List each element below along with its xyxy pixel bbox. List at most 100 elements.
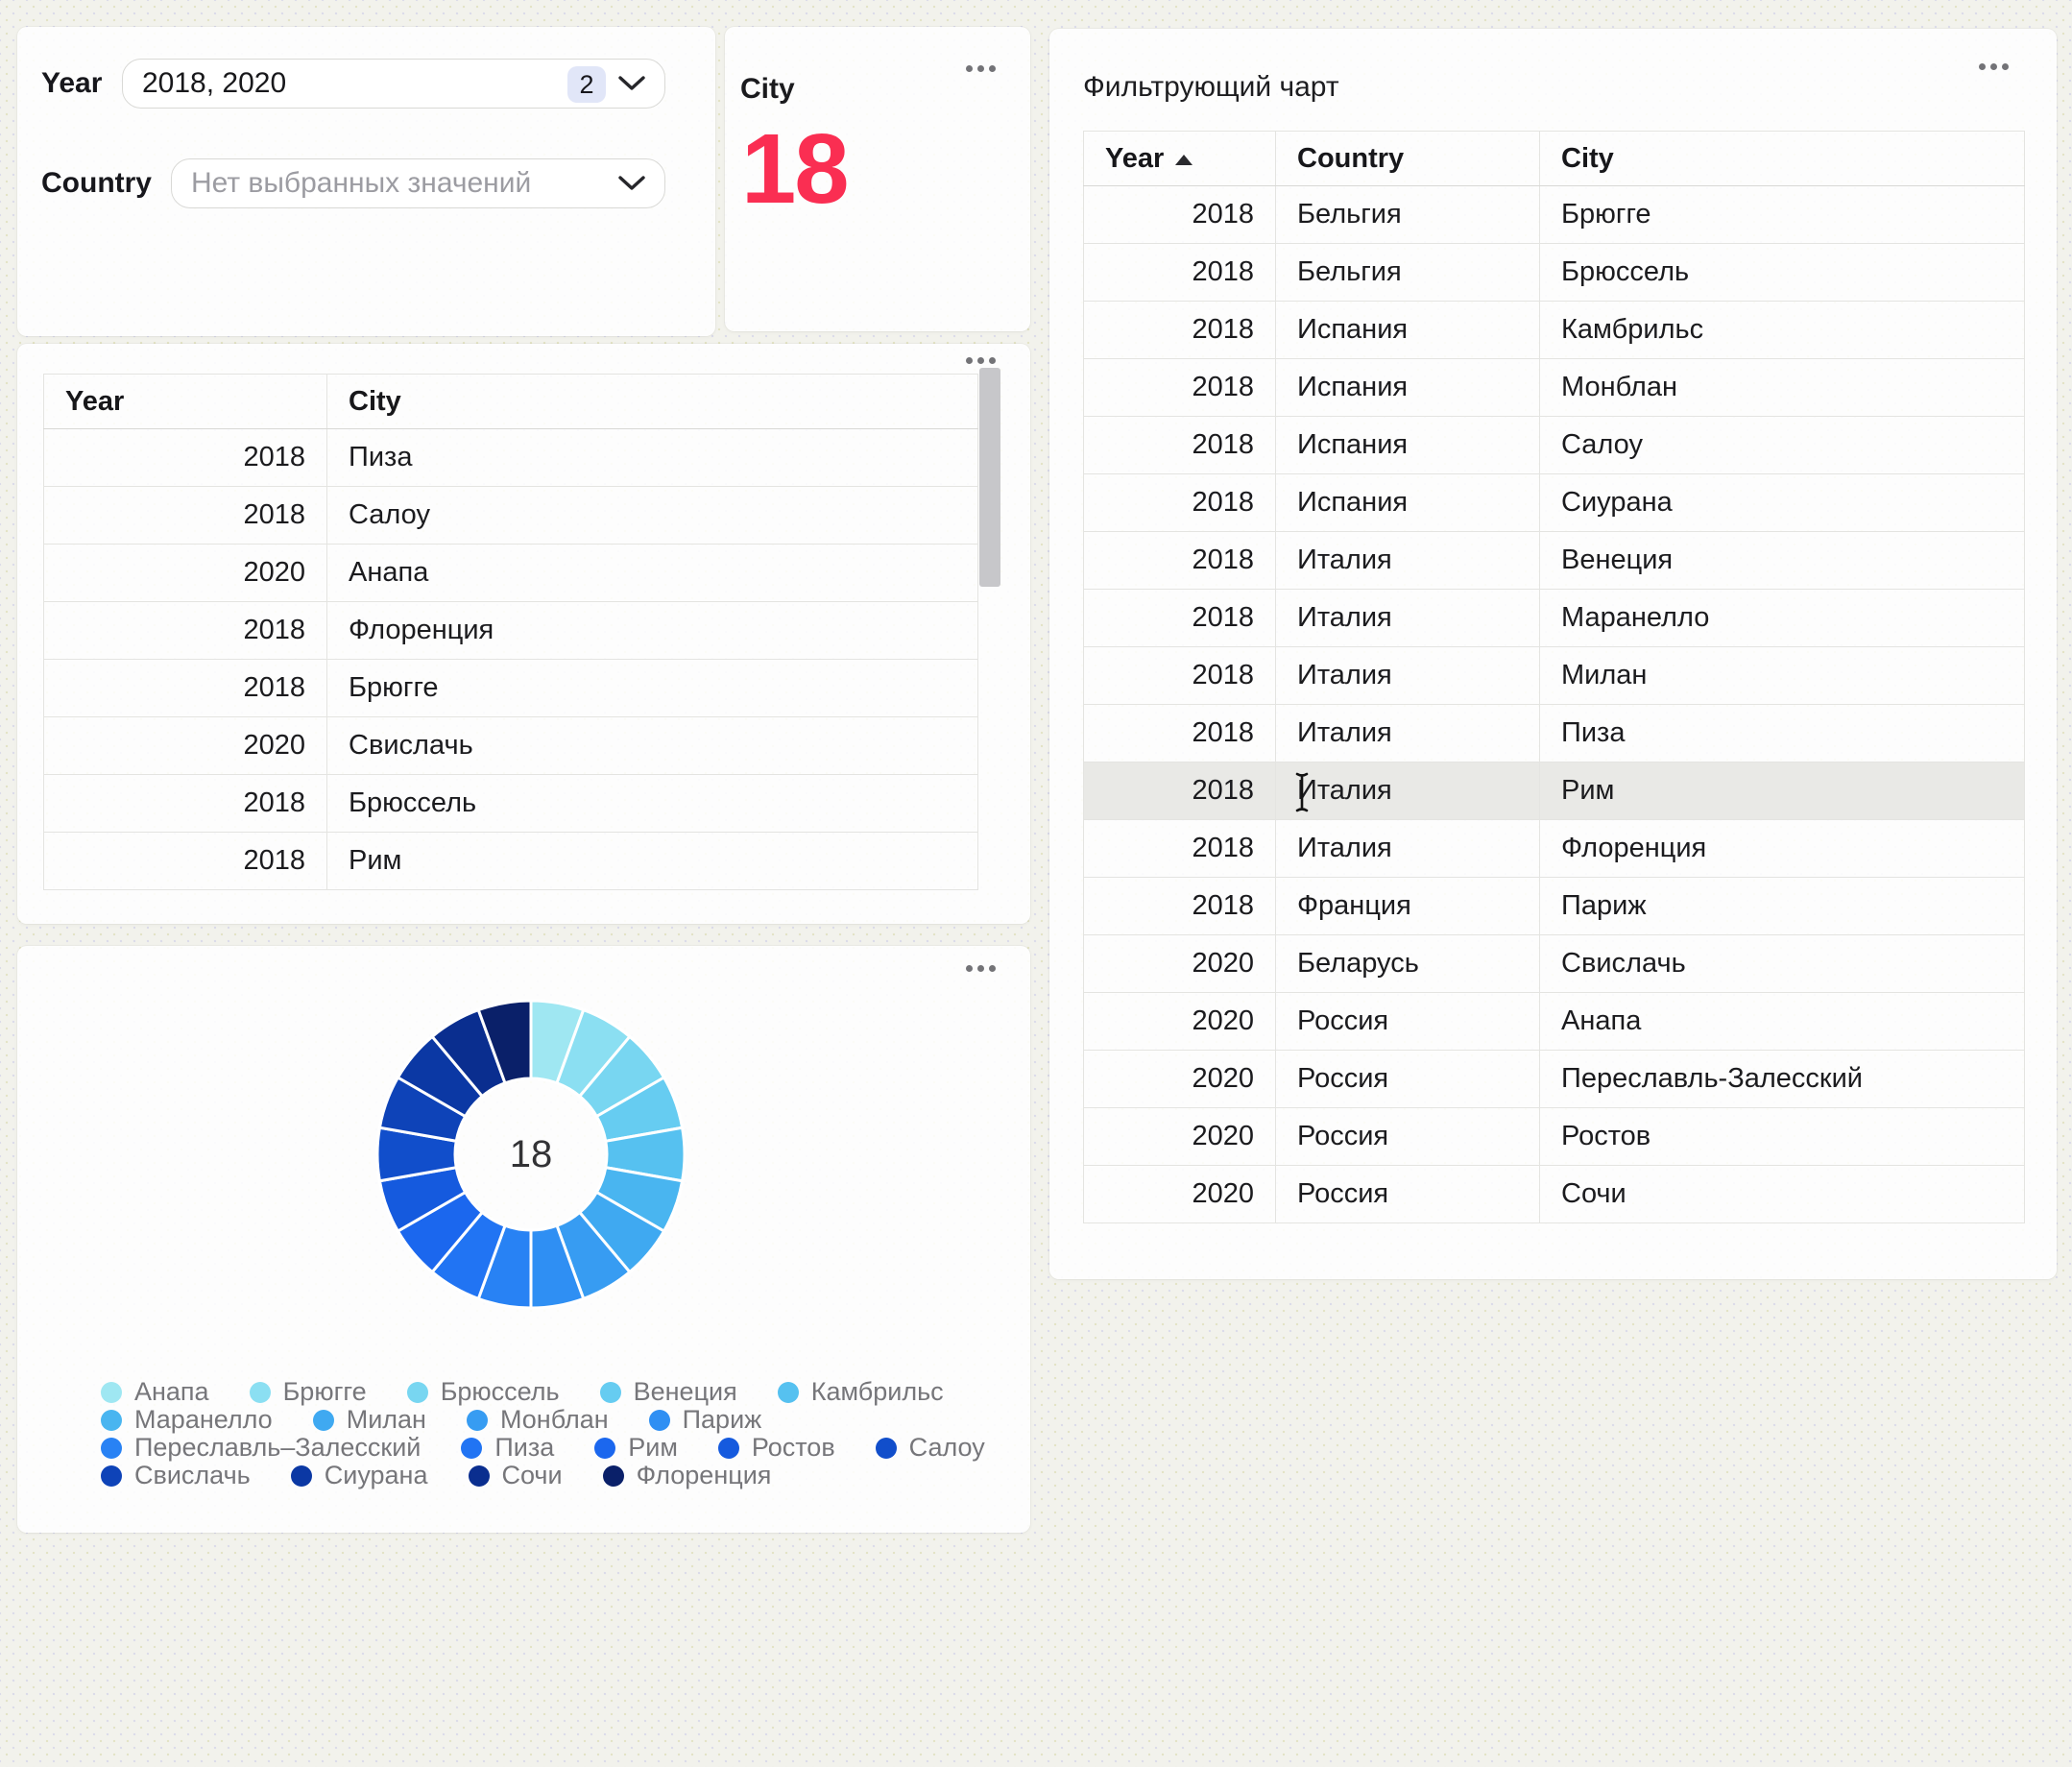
- table-row[interactable]: 2018БельгияБрюссель: [1084, 244, 2025, 302]
- donut-chart-widget: 18 АнапаБрюггеБрюссельВенецияКамбрильсМа…: [17, 946, 1030, 1533]
- cell-country: Россия: [1276, 1051, 1540, 1108]
- widget-menu-button[interactable]: [1979, 63, 2009, 70]
- table-row[interactable]: 2018Брюгге: [44, 660, 978, 717]
- table-row[interactable]: 2018Брюссель: [44, 775, 978, 833]
- legend-label: Ростов: [752, 1433, 835, 1463]
- cell-country: Италия: [1276, 762, 1540, 820]
- legend-label: Свислачь: [134, 1461, 251, 1490]
- cell-country: Италия: [1276, 820, 1540, 878]
- column-header-year[interactable]: Year: [44, 375, 327, 429]
- legend-item[interactable]: Брюссель: [407, 1377, 560, 1407]
- cell-country: Беларусь: [1276, 935, 1540, 993]
- column-header-year[interactable]: Year: [1084, 132, 1276, 186]
- legend-label: Рим: [628, 1433, 678, 1463]
- cell-country: Испания: [1276, 359, 1540, 417]
- cell-year: 2018: [44, 660, 327, 717]
- table-row[interactable]: 2018ИспанияСалоу: [1084, 417, 2025, 474]
- cell-year: 2018: [1084, 878, 1276, 935]
- year-city-table-widget: Year City 2018Пиза2018Салоу2020Анапа2018…: [17, 344, 1030, 924]
- cell-city: Монблан: [1540, 359, 2025, 417]
- table-row[interactable]: 2020РоссияПереславль-Залесский: [1084, 1051, 2025, 1108]
- indicator-value: 18: [741, 119, 848, 218]
- cell-year: 2018: [1084, 244, 1276, 302]
- table-row[interactable]: 2018Салоу: [44, 487, 978, 545]
- table-row[interactable]: 2018ИспанияСиурана: [1084, 474, 2025, 532]
- legend-item[interactable]: Рим: [594, 1433, 678, 1463]
- country-filter-select[interactable]: Нет выбранных значений: [171, 158, 665, 208]
- cell-year: 2018: [44, 833, 327, 890]
- legend-color-dot: [467, 1410, 488, 1431]
- cell-city: Анапа: [1540, 993, 2025, 1051]
- legend-color-dot: [461, 1438, 482, 1459]
- table-row[interactable]: 2018ИталияМилан: [1084, 647, 2025, 705]
- legend-row: Анапа Брюгге Брюссель Венеция Камбрильс: [101, 1378, 985, 1406]
- table-row[interactable]: 2018ИталияМаранелло: [1084, 590, 2025, 647]
- legend-item[interactable]: Флоренция: [603, 1461, 772, 1490]
- year-filter-select[interactable]: 2018, 2020 2: [122, 59, 665, 109]
- table-row[interactable]: 2018Пиза: [44, 429, 978, 487]
- legend-label: Сиурана: [325, 1461, 428, 1490]
- cell-city: Свислачь: [1540, 935, 2025, 993]
- widget-menu-button[interactable]: [966, 65, 996, 72]
- indicator-widget: City 18: [725, 27, 1030, 331]
- donut-chart[interactable]: [368, 991, 694, 1318]
- table-row[interactable]: 2018ИспанияМонблан: [1084, 359, 2025, 417]
- legend-item[interactable]: Милан: [313, 1405, 426, 1435]
- table-row[interactable]: 2018ФранцияПариж: [1084, 878, 2025, 935]
- selectors-widget: Year 2018, 2020 2 Country Нет выбранных …: [17, 27, 715, 336]
- legend-label: Переславль–Залесский: [134, 1433, 421, 1463]
- table-row[interactable]: 2020Анапа: [44, 545, 978, 602]
- table-row[interactable]: 2020РоссияАнапа: [1084, 993, 2025, 1051]
- cell-city: Брюгге: [1540, 186, 2025, 244]
- cell-country: Испания: [1276, 474, 1540, 532]
- legend-item[interactable]: Свислачь: [101, 1461, 251, 1490]
- cell-year: 2020: [1084, 1166, 1276, 1223]
- legend-item[interactable]: Анапа: [101, 1377, 209, 1407]
- cell-year: 2018: [1084, 186, 1276, 244]
- cell-country: Россия: [1276, 1166, 1540, 1223]
- cell-year: 2020: [1084, 935, 1276, 993]
- legend-item[interactable]: Ростов: [718, 1433, 835, 1463]
- legend-item[interactable]: Сиурана: [291, 1461, 428, 1490]
- column-header-city[interactable]: City: [1540, 132, 2025, 186]
- table-row[interactable]: 2020РоссияРостов: [1084, 1108, 2025, 1166]
- cell-city: Рим: [1540, 762, 2025, 820]
- legend-item[interactable]: Париж: [649, 1405, 762, 1435]
- legend-item[interactable]: Брюгге: [250, 1377, 367, 1407]
- table-row[interactable]: 2018ИталияРим: [1084, 762, 2025, 820]
- table-row[interactable]: 2020Свислачь: [44, 717, 978, 775]
- table-row[interactable]: 2020БеларусьСвислачь: [1084, 935, 2025, 993]
- legend-item[interactable]: Переславль–Залесский: [101, 1433, 421, 1463]
- table-row[interactable]: 2018Флоренция: [44, 602, 978, 660]
- legend-color-dot: [250, 1382, 271, 1403]
- legend-item[interactable]: Венеция: [600, 1377, 737, 1407]
- table-row[interactable]: 2018ИталияФлоренция: [1084, 820, 2025, 878]
- table-row[interactable]: 2020РоссияСочи: [1084, 1166, 2025, 1223]
- widget-menu-button[interactable]: [966, 357, 996, 364]
- legend-item[interactable]: Маранелло: [101, 1405, 273, 1435]
- table-row[interactable]: 2018ИспанияКамбрильс: [1084, 302, 2025, 359]
- column-header-city[interactable]: City: [327, 375, 978, 429]
- legend-item[interactable]: Монблан: [467, 1405, 609, 1435]
- legend-item[interactable]: Сочи: [469, 1461, 563, 1490]
- legend-label: Пиза: [494, 1433, 554, 1463]
- table-row[interactable]: 2018ИталияВенеция: [1084, 532, 2025, 590]
- legend-label: Венеция: [634, 1377, 737, 1407]
- table-row[interactable]: 2018Рим: [44, 833, 978, 890]
- indicator-title: City: [740, 73, 795, 106]
- legend-item[interactable]: Камбрильс: [778, 1377, 944, 1407]
- cell-year: 2018: [44, 775, 327, 833]
- column-header-country[interactable]: Country: [1276, 132, 1540, 186]
- cell-country: Бельгия: [1276, 244, 1540, 302]
- legend-item[interactable]: Салоу: [876, 1433, 985, 1463]
- table-row[interactable]: 2018БельгияБрюгге: [1084, 186, 2025, 244]
- table-row[interactable]: 2018ИталияПиза: [1084, 705, 2025, 762]
- cell-year: 2018: [1084, 359, 1276, 417]
- chevron-down-icon: [618, 76, 645, 91]
- legend-item[interactable]: Пиза: [461, 1433, 554, 1463]
- cell-city: Пиза: [1540, 705, 2025, 762]
- vertical-scrollbar-thumb[interactable]: [979, 368, 1000, 587]
- cell-year: 2018: [44, 429, 327, 487]
- legend-label: Маранелло: [134, 1405, 273, 1435]
- widget-menu-button[interactable]: [966, 965, 996, 972]
